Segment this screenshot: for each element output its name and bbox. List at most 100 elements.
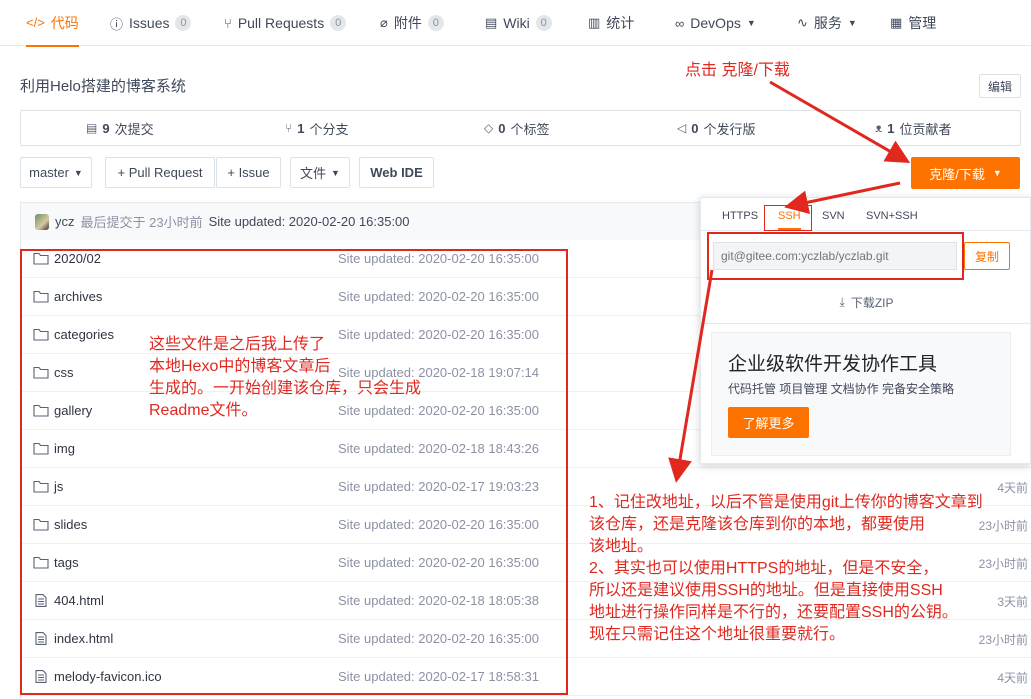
file-commit-message[interactable]: Site updated: 2020-02-20 16:35:00 <box>338 555 539 570</box>
tags-label: 个标签 <box>510 121 550 137</box>
web-ide-button[interactable]: Web IDE <box>359 157 434 188</box>
protocol-tab-svn-ssh[interactable]: SVN+SSH <box>866 210 918 228</box>
tab-wiki[interactable]: ▤ Wiki 0 <box>485 0 552 46</box>
folder-icon <box>33 252 49 265</box>
annotation-address-note: 1、记住改地址，以后不管是使用git上传你的博客文章到 该仓库，还是克隆该仓库到… <box>589 494 983 643</box>
issue-icon: ⓘ <box>110 16 124 32</box>
file-commit-message[interactable]: Site updated: 2020-02-17 18:58:31 <box>338 669 539 684</box>
releases-count: 0 <box>691 120 699 136</box>
file-icon <box>33 670 49 683</box>
protocol-tab-ssh[interactable]: SSH <box>778 210 801 230</box>
branch-icon: ⑂ <box>285 121 293 135</box>
tab-label: Issues <box>129 15 170 31</box>
promo-title: 企业级软件开发协作工具 <box>728 354 938 375</box>
repo-nav: </> 代码 ⓘ Issues 0 ⑂ Pull Requests 0 ⌀ 附件… <box>0 0 1031 47</box>
file-menu-button[interactable]: 文件 ▼ <box>290 157 350 188</box>
service-icon: ∿ <box>797 15 808 30</box>
file-name[interactable]: categories <box>54 327 114 342</box>
file-commit-message[interactable]: Site updated: 2020-02-20 16:35:00 <box>338 289 539 304</box>
file-name[interactable]: index.html <box>54 631 113 646</box>
code-icon: </> <box>26 15 45 30</box>
folder-icon <box>33 518 49 531</box>
file-commit-message[interactable]: Site updated: 2020-02-18 18:43:26 <box>338 441 539 456</box>
promo-card: 企业级软件开发协作工具 代码托管 项目管理 文档协作 完备安全策略 了解更多 <box>711 332 1011 456</box>
divider <box>701 323 1031 324</box>
tab-attachments[interactable]: ⌀ 附件 0 <box>380 0 444 46</box>
tag-icon: ◇ <box>484 121 494 135</box>
copy-button[interactable]: 复制 <box>964 242 1010 270</box>
tags-stat[interactable]: ◇ 0 个标签 <box>484 111 549 145</box>
caret-down-icon: ▼ <box>847 18 857 28</box>
learn-more-button[interactable]: 了解更多 <box>728 407 809 438</box>
tab-manage[interactable]: ▦ 管理 <box>890 0 936 46</box>
branch-select[interactable]: master ▼ <box>20 157 92 188</box>
file-row[interactable]: melody-favicon.ico Site updated: 2020-02-… <box>21 658 1031 696</box>
commit-icon: ▤ <box>86 121 98 135</box>
folder-icon <box>33 556 49 569</box>
tab-service[interactable]: ∿ 服务 ▼ <box>797 0 857 46</box>
file-age: 4天前 <box>997 671 1028 685</box>
wiki-icon: ▤ <box>485 15 498 30</box>
issue-button[interactable]: + Issue <box>216 157 281 188</box>
tab-label: 统计 <box>606 15 635 31</box>
file-name[interactable]: js <box>54 479 63 494</box>
commits-stat[interactable]: ▤ 9 次提交 <box>86 111 154 145</box>
edit-button[interactable]: 编辑 <box>979 74 1021 98</box>
file-name[interactable]: 404.html <box>54 593 104 608</box>
tab-stats[interactable]: ▥ 统计 <box>588 0 634 46</box>
tab-label: 服务 <box>813 15 842 31</box>
avatar[interactable] <box>35 213 49 230</box>
download-icon: ⤓ <box>839 295 845 309</box>
file-commit-message[interactable]: Site updated: 2020-02-20 16:35:00 <box>338 517 539 532</box>
releases-stat[interactable]: ◁ 0 个发行版 <box>677 111 755 145</box>
folder-icon <box>33 404 49 417</box>
file-icon <box>33 632 49 645</box>
tab-label: 附件 <box>393 15 422 31</box>
stats-icon: ▥ <box>588 15 601 30</box>
release-icon: ◁ <box>677 121 687 135</box>
tab-devops[interactable]: ∞ DevOps ▼ <box>675 0 756 46</box>
branches-stat[interactable]: ⑂ 1 个分支 <box>285 111 348 145</box>
tab-issues[interactable]: ⓘ Issues 0 <box>110 0 192 46</box>
tags-count: 0 <box>498 120 506 136</box>
divider <box>701 230 1031 231</box>
caret-down-icon: ▼ <box>331 167 340 178</box>
commit-message[interactable]: Site updated: 2020-02-20 16:35:00 <box>209 214 410 229</box>
file-name[interactable]: css <box>54 365 74 380</box>
repo-stats-bar: ▤ 9 次提交 ⑂ 1 个分支 ◇ 0 个标签 ◁ 0 个发行版 ᴥ 1 位贡献… <box>20 110 1021 146</box>
file-name[interactable]: slides <box>54 517 87 532</box>
pull-request-button[interactable]: + Pull Request <box>105 157 215 188</box>
commits-label: 次提交 <box>114 121 154 137</box>
file-menu-label: 文件 <box>300 166 327 181</box>
clone-url-input[interactable] <box>713 242 957 270</box>
tab-pull-requests[interactable]: ⑂ Pull Requests 0 <box>224 0 347 46</box>
file-commit-message[interactable]: Site updated: 2020-02-18 18:05:38 <box>338 593 539 608</box>
releases-label: 个发行版 <box>703 121 756 137</box>
file-commit-message[interactable]: Site updated: 2020-02-20 16:35:00 <box>338 251 539 266</box>
file-name[interactable]: melody-favicon.ico <box>54 669 162 684</box>
manage-icon: ▦ <box>890 15 903 30</box>
tab-label: Pull Requests <box>237 15 325 31</box>
annotation-files-note: 这些文件是之后我上传了 本地Hexo中的博客文章后 生成的。一开始创建该仓库，只… <box>149 336 422 419</box>
protocol-tab-svn[interactable]: SVN <box>822 210 845 228</box>
tab-code[interactable]: </> 代码 <box>26 0 79 47</box>
contributors-stat[interactable]: ᴥ 1 位贡献者 <box>875 111 952 145</box>
file-name[interactable]: tags <box>54 555 79 570</box>
branches-count: 1 <box>297 120 305 136</box>
file-commit-message[interactable]: Site updated: 2020-02-20 16:35:00 <box>338 631 539 646</box>
file-name[interactable]: gallery <box>54 403 92 418</box>
file-icon <box>33 594 49 607</box>
branch-name: master <box>29 165 69 180</box>
file-name[interactable]: 2020/02 <box>54 251 101 266</box>
folder-icon <box>33 366 49 379</box>
file-name[interactable]: img <box>54 441 75 456</box>
file-name[interactable]: archives <box>54 289 102 304</box>
file-commit-message[interactable]: Site updated: 2020-02-17 19:03:23 <box>338 479 539 494</box>
clone-download-button[interactable]: 克隆/下载 ▼ <box>911 157 1020 189</box>
tab-label: 代码 <box>50 14 79 31</box>
download-zip-link[interactable]: ⤓ 下载ZIP <box>701 294 1031 311</box>
branches-label: 个分支 <box>309 121 349 137</box>
protocol-tab-https[interactable]: HTTPS <box>722 210 758 228</box>
clone-dropdown: HTTPS SSH SVN SVN+SSH 复制 ⤓ 下载ZIP 企业级软件开发… <box>700 197 1031 464</box>
commit-author[interactable]: ycz <box>55 214 75 229</box>
